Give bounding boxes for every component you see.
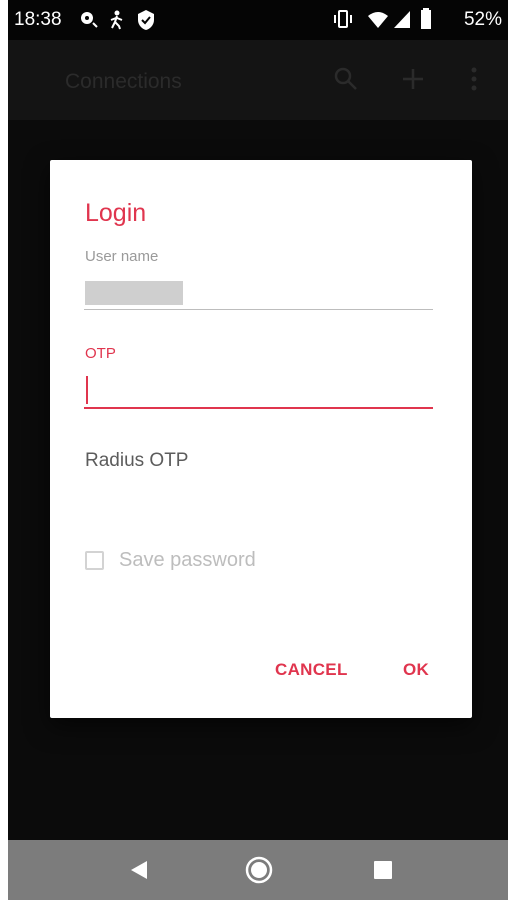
more-vert-icon[interactable] — [470, 66, 478, 92]
otp-underline — [84, 407, 433, 409]
otp-label: OTP — [85, 345, 116, 362]
app-bar: Connections — [8, 40, 508, 120]
login-dialog: Login User name OTP Radius OTP Save pass… — [50, 160, 472, 718]
signal-icon — [394, 11, 410, 28]
battery-icon — [421, 8, 431, 29]
dialog-title: Login — [85, 199, 147, 227]
status-right-icons: 52% — [332, 8, 502, 32]
save-password-checkbox[interactable] — [85, 551, 104, 570]
shield-icon — [138, 10, 154, 30]
ok-button[interactable]: OK — [403, 660, 429, 680]
navigation-bar — [8, 840, 508, 900]
add-icon[interactable] — [400, 66, 426, 92]
save-password-label: Save password — [119, 549, 256, 571]
search-icon[interactable] — [333, 66, 359, 92]
text-cursor — [86, 376, 88, 404]
username-field-redacted[interactable] — [85, 281, 183, 305]
wifi-icon — [368, 12, 388, 28]
otp-type-label: Radius OTP — [85, 450, 189, 471]
otp-input[interactable] — [84, 372, 435, 408]
location-pin-icon — [81, 12, 98, 28]
back-icon[interactable] — [128, 859, 150, 881]
status-time: 18:38 — [14, 9, 62, 30]
status-bar: 18:38 52% — [8, 0, 508, 40]
home-icon[interactable] — [244, 855, 274, 885]
phone-screen: 18:38 52% Connections Login User name OT… — [8, 0, 508, 900]
battery-percent: 52% — [463, 9, 502, 30]
username-underline — [84, 309, 433, 310]
username-label: User name — [85, 248, 159, 265]
app-bar-title: Connections — [65, 70, 182, 93]
recents-icon[interactable] — [372, 859, 394, 881]
walking-person-icon — [110, 10, 123, 30]
vibrate-icon — [334, 10, 352, 28]
cancel-button[interactable]: CANCEL — [275, 660, 348, 680]
